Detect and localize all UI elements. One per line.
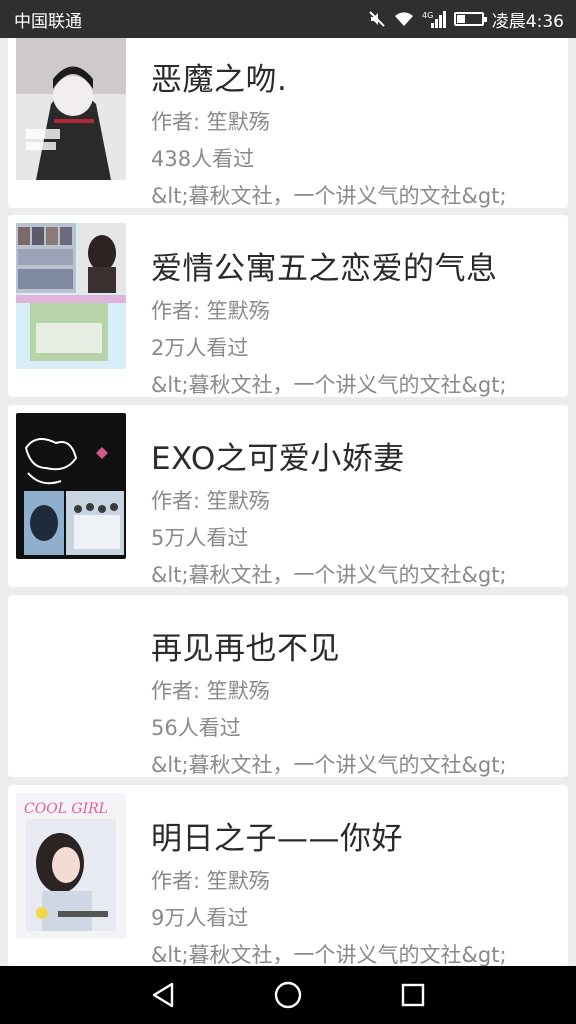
status-bar: 中国联通 4G 凌晨4:36 [0, 0, 576, 38]
book-title: 再见再也不见 [151, 631, 340, 667]
list-item[interactable]: EXO之可爱小娇妻 作者: 笙默殇 5万人看过 &lt;暮秋文社，一个讲义气的文… [8, 405, 568, 587]
book-cover [16, 413, 126, 559]
book-views: 9万人看过 [151, 906, 249, 930]
book-views: 2万人看过 [151, 336, 249, 360]
book-author: 作者: 笙默殇 [151, 489, 270, 513]
list-item[interactable]: 恶魔之吻. 作者: 笙默殇 438人看过 &lt;暮秋文社，一个讲义气的文社&g… [8, 38, 568, 208]
recents-button[interactable] [393, 975, 433, 1015]
carrier-name: 中国联通 [14, 11, 82, 32]
list-item[interactable]: 爱情公寓五之恋爱的气息 作者: 笙默殇 2万人看过 &lt;暮秋文社，一个讲义气… [8, 215, 568, 397]
back-button[interactable] [143, 975, 183, 1015]
cover-image-love-you-dark [16, 413, 126, 559]
svg-text:COOL GIRL: COOL GIRL [24, 801, 108, 817]
book-description: &lt;暮秋文社，一个讲义气的文社&gt; [151, 753, 507, 777]
book-views: 5万人看过 [151, 526, 249, 550]
book-views: 56人看过 [151, 716, 241, 740]
list-item[interactable]: 再见再也不见 作者: 笙默殇 56人看过 &lt;暮秋文社，一个讲义气的文社&g… [8, 595, 568, 777]
svg-text:4G: 4G [422, 11, 433, 20]
book-description: &lt;暮秋文社，一个讲义气的文社&gt; [151, 373, 507, 397]
battery-icon [453, 12, 487, 26]
book-author: 作者: 笙默殇 [151, 869, 270, 893]
book-title: 明日之子——你好 [151, 821, 403, 857]
book-cover [16, 223, 126, 369]
book-list[interactable]: 恶魔之吻. 作者: 笙默殇 438人看过 &lt;暮秋文社，一个讲义气的文社&g… [0, 38, 576, 966]
book-author: 作者: 笙默殇 [151, 679, 270, 703]
book-views: 438人看过 [151, 147, 255, 171]
book-description: &lt;暮秋文社，一个讲义气的文社&gt; [151, 184, 507, 208]
book-description: &lt;暮秋文社，一个讲义气的文社&gt; [151, 563, 507, 587]
cover-image-group-collage [16, 223, 126, 369]
book-author: 作者: 笙默殇 [151, 110, 270, 134]
back-triangle-icon [152, 982, 173, 1008]
home-button[interactable] [268, 975, 308, 1015]
recents-square-icon [402, 983, 425, 1007]
list-item[interactable]: COOL GIRL 明日之子——你好 作者: 笙默殇 9万人看过 &lt;暮秋文… [8, 785, 568, 966]
mute-icon [368, 10, 386, 28]
status-icons: 4G 凌晨4:36 [368, 7, 564, 32]
home-circle-icon [274, 981, 302, 1009]
wifi-icon [394, 11, 414, 27]
book-title: EXO之可爱小娇妻 [151, 441, 405, 477]
book-title: 爱情公寓五之恋爱的气息 [151, 251, 498, 287]
book-author: 作者: 笙默殇 [151, 299, 270, 323]
clock: 凌晨4:36 [491, 11, 564, 32]
book-description: &lt;暮秋文社，一个讲义气的文社&gt; [151, 943, 507, 966]
book-cover-empty [16, 603, 126, 749]
cover-image-cool-girl: COOL GIRL [16, 793, 126, 939]
cover-image-dark-illustration [16, 38, 126, 180]
book-cover: COOL GIRL [16, 793, 126, 939]
signal-icon: 4G [422, 10, 446, 28]
book-title: 恶魔之吻. [151, 62, 288, 98]
navigation-bar [0, 966, 576, 1024]
book-cover [16, 38, 126, 180]
